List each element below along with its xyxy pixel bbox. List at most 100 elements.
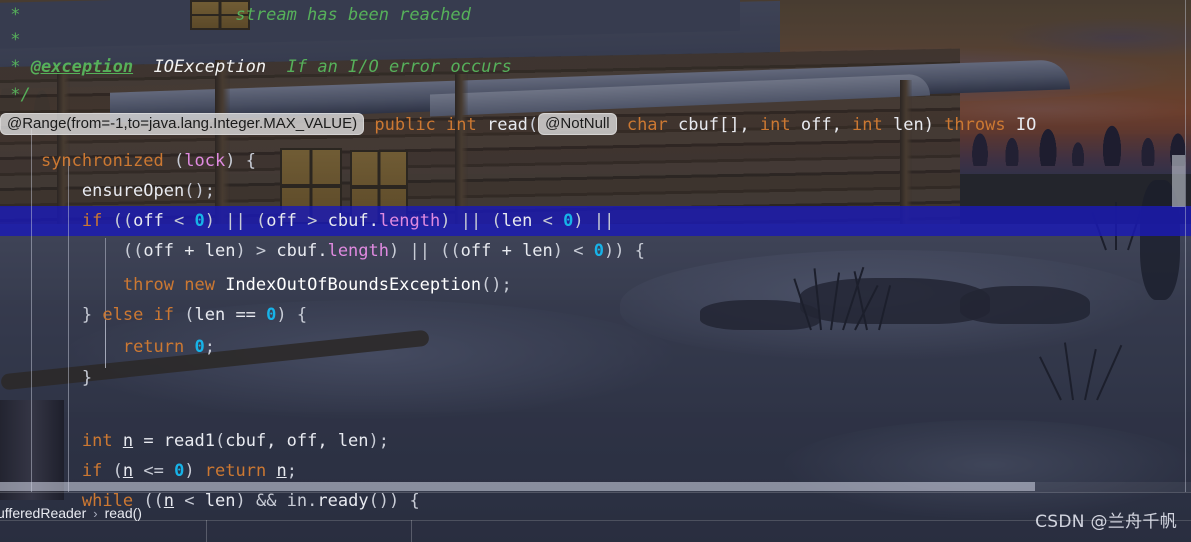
code-token: return (204, 461, 277, 481)
code-token: ( (184, 305, 195, 325)
code-token: * (0, 30, 21, 50)
code-token: ( (214, 431, 226, 451)
code-token: lock (184, 151, 226, 171)
code-token: ); (368, 431, 390, 451)
code-token: off (266, 211, 308, 231)
status-bar-cell-divider (206, 520, 207, 542)
code-token: int (81, 431, 123, 451)
code-token: ) || ( (440, 211, 502, 231)
code-token: */ (0, 85, 31, 105)
code-token: len == (194, 305, 267, 325)
code-token: synchronized (40, 151, 175, 171)
code-token: = read1 (133, 431, 215, 451)
code-line[interactable]: synchronized (lock) { (0, 146, 1191, 176)
status-bar: ufferedReader › read() CSDN @兰舟千帆 (0, 492, 1191, 542)
ide-editor-window: * stream has been reached * * @exception… (0, 0, 1191, 542)
code-token: cbuf. (327, 211, 379, 231)
code-token: int (852, 115, 893, 135)
code-token: )) { (603, 241, 645, 261)
code-token: ( (527, 115, 539, 135)
code-token: n (122, 461, 134, 481)
code-token: (); (184, 181, 215, 201)
code-token: IO (1015, 115, 1037, 135)
code-token: len) (893, 115, 945, 135)
breadcrumb-separator-icon: › (93, 505, 98, 521)
code-line[interactable]: if ((off < 0) || (off > cbuf.length) || … (0, 206, 1191, 236)
code-line[interactable]: @Range(from=-1,to=java.lang.Integer.MAX_… (0, 110, 1191, 140)
code-token: > (307, 211, 328, 231)
code-token: cbuf[], (678, 115, 760, 135)
code-token: ) < (552, 241, 594, 261)
code-line[interactable]: throw new IndexOutOfBoundsException(); (0, 270, 1191, 300)
code-line[interactable]: } else if (len == 0) { (0, 300, 1191, 330)
code-token: ) || ( (204, 211, 267, 231)
code-token: < (174, 211, 195, 231)
code-token: if (81, 211, 113, 231)
code-token: ) (184, 461, 205, 481)
code-token: ) > (235, 241, 277, 261)
inlay-hint[interactable]: @NotNull (538, 113, 617, 135)
code-token: ( (174, 151, 185, 171)
breadcrumb-item-class[interactable]: ufferedReader (0, 505, 86, 521)
csdn-watermark: CSDN @兰舟千帆 (1035, 512, 1177, 532)
code-token: ) || (( (389, 241, 461, 261)
code-token: } (0, 368, 93, 388)
code-token: int (759, 115, 801, 135)
code-token: if (81, 461, 113, 481)
code-line[interactable]: * (0, 25, 1191, 55)
code-token: (); (481, 275, 512, 295)
code-token: * (0, 57, 31, 77)
code-token: throw new (122, 275, 226, 295)
code-token: ensureOpen (0, 181, 185, 201)
code-token: 0 (563, 211, 574, 231)
code-token: } (0, 305, 103, 325)
code-token: off (133, 211, 175, 231)
code-token: 0 (266, 305, 277, 325)
code-token: * stream has been reached (0, 5, 471, 25)
status-bar-cell-divider (411, 520, 412, 542)
vertical-scrollbar-track[interactable] (1185, 0, 1186, 492)
code-line[interactable]: */ (0, 80, 1191, 110)
code-token: (( (122, 241, 144, 261)
status-bar-divider (0, 520, 1191, 521)
code-token: cbuf. (276, 241, 328, 261)
inlay-hint[interactable]: @Range(from=-1,to=java.lang.Integer.MAX_… (0, 113, 365, 135)
code-token: length (378, 211, 441, 231)
code-token: If an I/O error occurs (266, 57, 512, 77)
code-token: ; (286, 461, 297, 481)
code-token: off + len (143, 241, 236, 261)
code-token: ) { (225, 151, 256, 171)
code-token: n (276, 461, 287, 481)
code-token: throws (944, 115, 1016, 135)
code-line[interactable]: } (0, 363, 1191, 393)
code-token: IOException (153, 57, 267, 77)
breadcrumb-item-method[interactable]: read() (105, 505, 142, 521)
code-token: < (542, 211, 564, 231)
code-line[interactable]: * @exception IOException If an I/O error… (0, 52, 1191, 82)
vertical-scrollbar-thumb[interactable] (1172, 155, 1185, 207)
code-token: ) { (276, 305, 308, 325)
code-line[interactable]: ensureOpen(); (0, 176, 1191, 206)
code-token: (( (112, 211, 134, 231)
code-token: 0 (593, 241, 604, 261)
code-line[interactable]: int n = read1(cbuf, off, len); (0, 426, 1191, 456)
horizontal-scrollbar-thumb[interactable] (0, 482, 1035, 491)
code-token: public int (364, 115, 487, 135)
status-bar-top-border (0, 492, 1191, 493)
code-token: read (486, 115, 528, 135)
code-line[interactable]: return 0; (0, 332, 1191, 362)
code-token: ) || (573, 211, 615, 231)
code-token: else if (102, 305, 185, 325)
code-line[interactable]: ((off + len) > cbuf.length) || ((off + l… (0, 236, 1191, 266)
code-editor-area[interactable]: * stream has been reached * * @exception… (0, 0, 1191, 511)
code-token: ( (112, 461, 123, 481)
code-token: off, (800, 115, 853, 135)
code-token: ; (204, 337, 215, 357)
code-token: 0 (174, 461, 185, 481)
code-token: 0 (194, 211, 205, 231)
code-token: @exception (30, 57, 134, 77)
